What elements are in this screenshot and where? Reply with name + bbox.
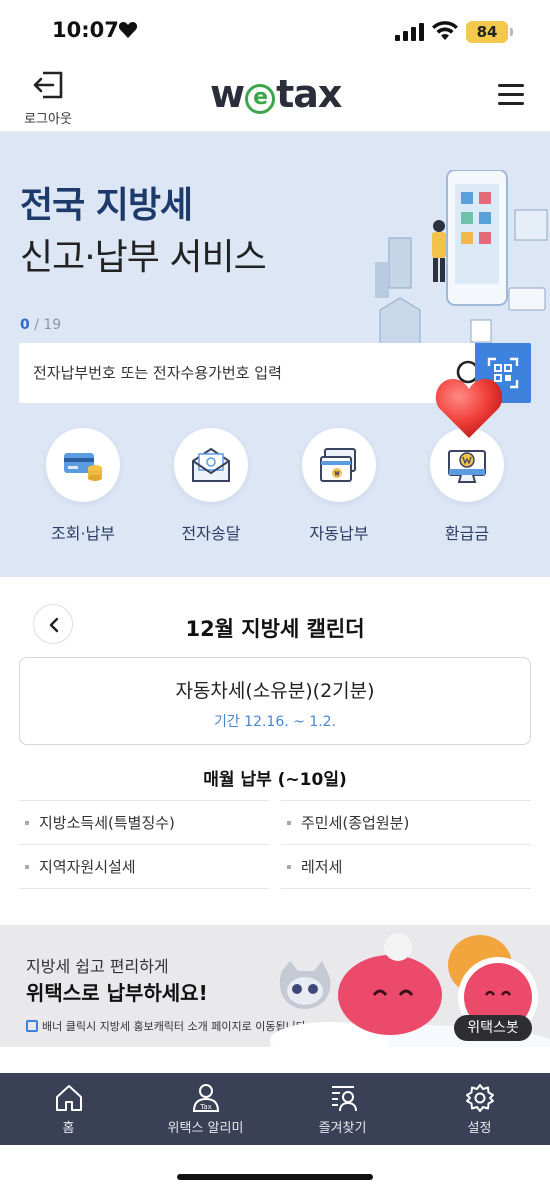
payment-number-input[interactable]	[19, 343, 459, 403]
banner-headline: 위택스로 납부하세요!	[26, 981, 208, 1005]
logo-e-mark: e	[245, 84, 276, 114]
refund-icon	[448, 450, 486, 483]
card-coins-icon	[64, 453, 102, 481]
tax-person-icon: Tax	[192, 1084, 219, 1112]
wetax-logo[interactable]: w e tax	[210, 72, 342, 116]
banner-note: 배너 클릭시 지방세 홍보캐릭터 소개 페이지로 이동됩니다.	[26, 1018, 309, 1034]
slide-counter: 0 / 19	[20, 317, 61, 333]
slide-counter-separator: /	[29, 317, 44, 333]
nav-label: 홈	[62, 1121, 75, 1136]
tax-event-title: 자동차세(소유분)(2기분)	[175, 680, 375, 702]
home-icon	[55, 1085, 82, 1111]
nav-settings[interactable]: 설정	[411, 1083, 548, 1136]
hamburger-menu-icon[interactable]	[498, 84, 526, 108]
favorites-icon	[331, 1086, 357, 1112]
list-item[interactable]: 주민세(종업원분)	[281, 800, 531, 844]
tax-event-card[interactable]: 자동차세(소유분)(2기분) 기간 12.16. ~ 1.2.	[19, 657, 531, 745]
hero-title-line2: 신고·납부 서비스	[20, 237, 267, 278]
slide-counter-total: 19	[43, 317, 62, 333]
list-item[interactable]: 레저세	[281, 844, 531, 888]
hero-illustration-icon	[375, 170, 548, 345]
quick-menu-inquiry-payment[interactable]: 조회·납부	[28, 428, 138, 544]
status-bar: 10:07 84	[0, 0, 550, 64]
hero-title-line1: 전국 지방세	[20, 185, 193, 226]
battery-indicator: 84	[466, 21, 508, 43]
quick-menu-label: 환급금	[444, 524, 490, 543]
list-item[interactable]: 지방소득세(특별징수)	[19, 800, 269, 844]
logout-label: 로그아웃	[24, 112, 72, 127]
nav-wetax-alert[interactable]: Tax 위택스 알리미	[137, 1083, 274, 1136]
wifi-icon	[432, 21, 458, 40]
list-divider	[281, 888, 531, 889]
cellular-signal-icon	[395, 23, 424, 41]
settings-icon	[465, 1084, 494, 1112]
quick-menu-refund[interactable]: 환급금	[412, 428, 522, 544]
quick-menu-label: 자동납부	[309, 524, 369, 543]
nav-label: 설정	[467, 1121, 492, 1136]
quick-menu-icon-circle	[302, 428, 376, 502]
logo-text-right: tax	[276, 72, 342, 116]
external-link-icon	[26, 1020, 38, 1032]
home-indicator[interactable]	[177, 1174, 373, 1180]
quick-menu-label: 전자송달	[181, 524, 241, 543]
quick-menu-auto-pay[interactable]: 자동납부	[284, 428, 394, 544]
promo-banner[interactable]: 지방세 쉽고 편리하게 위택스로 납부하세요! 배너 클릭시 지방세 홍보캐릭터…	[0, 925, 550, 1047]
logout-button[interactable]: 로그아웃	[18, 70, 78, 127]
status-time: 10:07	[52, 18, 119, 42]
svg-text:Tax: Tax	[199, 1103, 212, 1111]
quick-menu: 조회·납부 전자송달 자동납부 환급금	[0, 428, 550, 548]
tax-event-period: 기간 12.16. ~ 1.2.	[213, 714, 337, 730]
monthly-payment-title: 매월 납부 (~10일)	[203, 770, 347, 790]
bottom-navigation: 홈 Tax 위택스 알리미 즐겨찾기 설정	[0, 1073, 550, 1145]
list-divider	[19, 888, 269, 889]
nav-label: 위택스 알리미	[167, 1121, 244, 1136]
heart-sticker-icon	[435, 379, 503, 438]
slide-counter-current: 0	[20, 317, 30, 333]
heart-status-icon	[118, 22, 138, 38]
quick-menu-e-delivery[interactable]: 전자송달	[156, 428, 266, 544]
app-header: 로그아웃 w e tax	[0, 64, 550, 132]
nav-favorites[interactable]: 즐겨찾기	[274, 1083, 411, 1136]
nav-label: 즐겨찾기	[318, 1121, 367, 1136]
quick-menu-icon-circle	[174, 428, 248, 502]
hero-section: 전국 지방세 신고·납부 서비스 0 / 19 전자납부번호 또는 전자수용가번…	[0, 132, 550, 577]
list-item[interactable]: 지역자원시설세	[19, 844, 269, 888]
banner-subtitle: 지방세 쉽고 편리하게	[26, 957, 169, 976]
battery-tip	[510, 28, 513, 36]
chatbot-button[interactable]: 위택스봇	[454, 1015, 532, 1041]
quick-menu-icon-circle	[46, 428, 120, 502]
nav-home[interactable]: 홈	[0, 1083, 137, 1136]
mail-icon	[192, 447, 230, 482]
tax-calendar-section: 12월 지방세 캘린더 자동차세(소유분)(2기분) 기간 12.16. ~ 1…	[0, 577, 550, 925]
logout-icon	[33, 71, 63, 99]
quick-menu-label: 조회·납부	[51, 524, 115, 543]
logo-text-left: w	[210, 72, 245, 116]
calendar-title: 12월 지방세 캘린더	[185, 617, 365, 641]
auto-pay-icon	[320, 448, 356, 482]
